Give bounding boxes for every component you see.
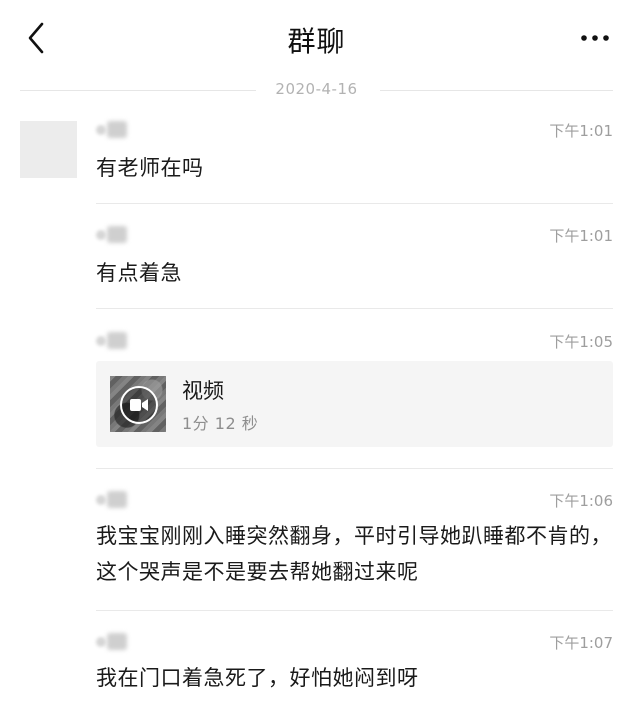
message-time: 下午1:05 xyxy=(549,333,613,351)
chat-title: 群聊 xyxy=(287,25,346,58)
message-item[interactable]: 下午1:06 我宝宝刚刚入睡突然翻身，平时引导她趴睡都不肯的，这个哭声是不是要去… xyxy=(96,490,613,598)
video-message-card[interactable]: 视频 1分 12 秒 xyxy=(96,361,613,447)
message-text: 我宝宝刚刚入睡突然翻身，平时引导她趴睡都不肯的，这个哭声是不是要去帮她翻过来呢 xyxy=(96,524,612,584)
sender-name-redacted xyxy=(96,120,130,138)
message-item[interactable]: 下午1:05 视频 1分 12 秒 xyxy=(96,331,613,451)
message-item[interactable]: 下午1:01 有老师在吗 xyxy=(96,120,613,190)
message-separator xyxy=(96,468,613,469)
more-button[interactable] xyxy=(575,22,615,54)
sender-name-redacted xyxy=(96,331,130,349)
date-label: 2020-4-16 xyxy=(275,80,358,98)
message-text: 我在门口着急死了，好怕她闷到呀 xyxy=(96,666,419,690)
message-time: 下午1:07 xyxy=(549,634,613,652)
message-item[interactable]: 下午1:01 有点着急 xyxy=(96,225,613,295)
message-time: 下午1:06 xyxy=(549,492,613,510)
sender-name-redacted xyxy=(96,490,130,508)
message-time: 下午1:01 xyxy=(549,227,613,245)
avatar[interactable] xyxy=(20,121,77,178)
message-text: 有点着急 xyxy=(96,261,182,285)
sender-name-redacted xyxy=(96,632,130,650)
message-separator xyxy=(96,308,613,309)
date-divider: 2020-4-16 xyxy=(20,78,613,102)
sender-name-redacted xyxy=(96,225,130,243)
video-duration: 1分 12 秒 xyxy=(182,414,259,433)
video-label: 视频 xyxy=(182,379,224,403)
more-horizontal-icon xyxy=(575,35,615,58)
video-thumbnail[interactable] xyxy=(110,376,166,432)
chat-screen: 群聊 2020-4-16 下午1:01 有老师在吗 下午1:01 有点着急 下午… xyxy=(0,0,633,712)
nav-bar: 群聊 xyxy=(0,0,633,78)
message-time: 下午1:01 xyxy=(549,122,613,140)
message-separator xyxy=(96,203,613,204)
message-text: 有老师在吗 xyxy=(96,156,204,180)
message-item[interactable]: 下午1:07 我在门口着急死了，好怕她闷到呀 xyxy=(96,632,613,704)
divider-line xyxy=(380,90,613,91)
message-separator xyxy=(96,610,613,611)
video-camera-icon xyxy=(120,386,158,424)
